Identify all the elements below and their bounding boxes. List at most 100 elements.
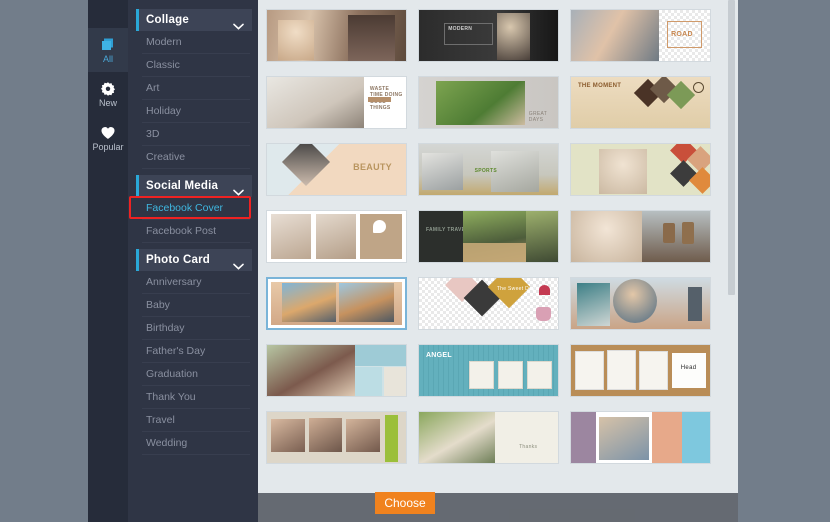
sidebar-item-modern[interactable]: Modern [142, 31, 250, 54]
rail-item-new[interactable]: New [88, 72, 128, 116]
template-row: Thanks [266, 411, 726, 464]
thumbnail-caption: The Sweet Day [496, 286, 535, 293]
sidebar-item-holiday[interactable]: Holiday [142, 100, 250, 123]
section-items-social-media: Facebook Cover Facebook Post [128, 197, 258, 243]
sidebar-item-facebook-cover[interactable]: Facebook Cover [142, 197, 250, 220]
sidebar-item-classic[interactable]: Classic [142, 54, 250, 77]
rail-spacer [88, 0, 128, 28]
template-row: The Sweet Day [266, 277, 726, 330]
sidebar-item-facebook-post[interactable]: Facebook Post [142, 220, 250, 243]
layers-icon [100, 37, 116, 53]
rail-item-all[interactable]: All [88, 28, 128, 72]
section-header-collage[interactable]: Collage [136, 9, 252, 31]
thumbnail-caption: SPORTS [474, 167, 497, 174]
sidebar-item-label: Birthday [146, 322, 185, 334]
template-row: BEAUTY SPORTS [266, 143, 726, 196]
choose-button[interactable]: Choose [375, 492, 435, 514]
thumbnail-caption: ROAD [671, 31, 693, 39]
rail-item-all-label: All [102, 53, 113, 64]
template-thumbnail[interactable]: ANGEL [418, 344, 559, 397]
template-thumbnail[interactable]: SPORTS [418, 143, 559, 196]
template-thumbnail[interactable] [266, 344, 407, 397]
sidebar-item-label: Creative [146, 151, 186, 163]
thumbnail-caption: THE MOMENT [577, 83, 622, 90]
template-thumbnail[interactable] [570, 143, 711, 196]
section-items-photo-card: Anniversary Baby Birthday Father's Day G… [128, 271, 258, 455]
template-row: ANGEL Head [266, 344, 726, 397]
sidebar-item-travel[interactable]: Travel [142, 409, 250, 432]
template-grid-panel[interactable]: MODERN ROAD WASTE TIME DOING GOOD THINGS [258, 0, 738, 522]
template-thumbnail[interactable] [570, 210, 711, 263]
thumbnail-caption: MODERN [448, 25, 473, 32]
thumbnail-caption: BEAUTY [353, 162, 392, 173]
template-row: WASTE TIME DOING GOOD THINGS GREAT DAYS … [266, 76, 726, 129]
template-thumbnail[interactable] [266, 9, 407, 62]
sidebar-item-label: Travel [146, 414, 175, 426]
sidebar-item-label: Holiday [146, 105, 182, 117]
sidebar-item-thank-you[interactable]: Thank You [142, 386, 250, 409]
template-thumbnail[interactable]: ROAD [570, 9, 711, 62]
sidebar-item-label: Father's Day [146, 345, 206, 357]
chevron-down-icon [233, 183, 244, 196]
template-row: FAMILY TRAVEL [266, 210, 726, 263]
sidebar-item-art[interactable]: Art [142, 77, 250, 100]
thumbnail-caption: GREAT DAYS [528, 110, 548, 123]
section-header-social-media[interactable]: Social Media [136, 175, 252, 197]
sidebar-item-3d[interactable]: 3D [142, 123, 250, 146]
sidebar-item-creative[interactable]: Creative [142, 146, 250, 169]
heart-icon [100, 125, 116, 141]
template-thumbnail[interactable]: Thanks [418, 411, 559, 464]
sidebar-item-label: Thank You [146, 391, 196, 403]
template-thumbnail[interactable] [570, 411, 711, 464]
sidebar-item-anniversary[interactable]: Anniversary [142, 271, 250, 294]
template-thumbnail[interactable]: FAMILY TRAVEL [418, 210, 559, 263]
rail-item-popular-label: Popular [92, 141, 124, 152]
sidebar-item-label: Facebook Post [146, 225, 217, 237]
template-thumbnail[interactable]: WASTE TIME DOING GOOD THINGS [266, 76, 407, 129]
template-thumbnail[interactable] [570, 277, 711, 330]
chevron-down-icon [233, 257, 244, 270]
burst-icon [100, 81, 116, 97]
section-title-collage: Collage [146, 14, 189, 26]
sidebar-item-label: Art [146, 82, 160, 94]
thumbnail-caption: Head [680, 365, 697, 372]
thumbnail-caption: FAMILY TRAVEL [425, 227, 469, 234]
sidebar-item-label: Facebook Cover [146, 202, 224, 214]
template-thumbnail[interactable]: BEAUTY [266, 143, 407, 196]
template-thumbnail[interactable] [266, 411, 407, 464]
sidebar-item-baby[interactable]: Baby [142, 294, 250, 317]
bottom-action-bar [258, 493, 738, 522]
sidebar-item-label: Anniversary [146, 276, 202, 288]
template-thumbnail[interactable]: GREAT DAYS [418, 76, 559, 129]
sidebar-item-label: Graduation [146, 368, 198, 380]
sidebar-item-label: Baby [146, 299, 170, 311]
sidebar-item-label: Classic [146, 59, 180, 71]
template-thumbnail[interactable]: Head [570, 344, 711, 397]
category-sidebar: Collage Modern Classic Art Holiday 3D Cr… [128, 0, 258, 522]
section-title-social-media: Social Media [146, 180, 219, 192]
grid-scrollbar-thumb[interactable] [728, 0, 735, 295]
template-thumbnail[interactable]: MODERN [418, 9, 559, 62]
template-row: MODERN ROAD [266, 9, 726, 62]
template-chooser-window: All New Popular Collage Modern Classic A… [0, 0, 830, 522]
rail-item-popular[interactable]: Popular [88, 116, 128, 160]
thumbnail-caption: Thanks [519, 443, 538, 450]
section-header-photo-card[interactable]: Photo Card [136, 249, 252, 271]
sidebar-item-graduation[interactable]: Graduation [142, 363, 250, 386]
sidebar-item-label: Wedding [146, 437, 188, 449]
thumbnail-caption: ANGEL [425, 352, 452, 360]
template-thumbnail-selected[interactable] [266, 277, 407, 330]
sidebar-item-birthday[interactable]: Birthday [142, 317, 250, 340]
sidebar-item-label: Modern [146, 36, 182, 48]
section-title-photo-card: Photo Card [146, 254, 210, 266]
chevron-down-icon [233, 17, 244, 30]
template-thumbnail[interactable] [266, 210, 407, 263]
section-items-collage: Modern Classic Art Holiday 3D Creative [128, 31, 258, 169]
template-thumbnail[interactable]: The Sweet Day [418, 277, 559, 330]
sidebar-item-wedding[interactable]: Wedding [142, 432, 250, 455]
sidebar-item-fathers-day[interactable]: Father's Day [142, 340, 250, 363]
template-thumbnail[interactable]: THE MOMENT [570, 76, 711, 129]
icon-rail: All New Popular [88, 0, 128, 522]
rail-item-new-label: New [98, 97, 117, 108]
sidebar-item-label: 3D [146, 128, 160, 140]
